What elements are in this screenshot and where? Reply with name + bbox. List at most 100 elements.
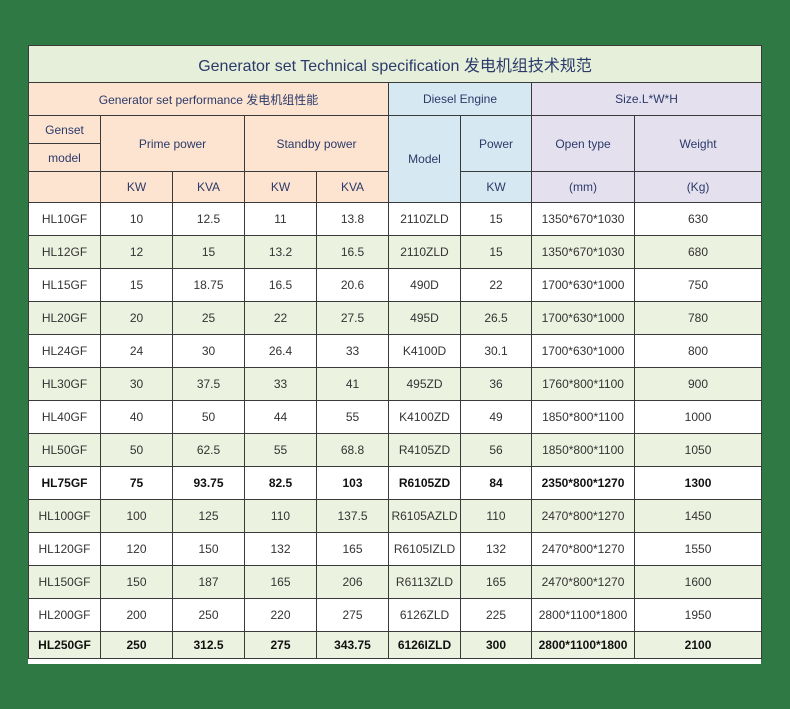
- cell-standby-kw: 220: [244, 598, 317, 632]
- cell-dimensions: 2470*800*1270: [531, 499, 635, 533]
- cell-prime-kva: 37.5: [172, 367, 245, 401]
- cell-engine-model: 495ZD: [388, 367, 461, 401]
- cell-engine-model: R4105ZD: [388, 433, 461, 467]
- cell-prime-kva: 18.75: [172, 268, 245, 302]
- cell-standby-kw: 22: [244, 301, 317, 335]
- cell-engine-kw: 165: [460, 565, 532, 599]
- cell-prime-kw: 200: [100, 598, 173, 632]
- table-row: HL15GF 15 18.75 16.5 20.6 490D 22 1700*630*1000…: [28, 268, 763, 302]
- column-header-row: Genset Prime power Standby power Model P…: [28, 115, 763, 203]
- cell-standby-kw: 132: [244, 532, 317, 566]
- cell-standby-kva: 33: [316, 334, 389, 368]
- cell-weight: 1450: [633, 499, 763, 533]
- cell-engine-model: 6126ZLD: [388, 598, 461, 632]
- cell-standby-kw: 26.4: [244, 334, 317, 368]
- cell-genset-model: HL200GF: [28, 598, 101, 632]
- group-size: Size.L*W*H: [530, 82, 763, 116]
- cell-weight: 680: [633, 235, 763, 269]
- cell-engine-model: R6105ZD: [388, 466, 461, 500]
- table-row: HL50GF 50 62.5 55 68.8 R4105ZD 56 1850*800*1100…: [28, 433, 763, 467]
- cell-engine-kw: 36: [460, 367, 532, 401]
- group-header-row: Generator set performance 发电机组性能 Diesel …: [28, 82, 763, 116]
- group-performance: Generator set performance 发电机组性能: [28, 82, 389, 116]
- cell-prime-kw: 10: [100, 202, 173, 236]
- cell-standby-kw: 44: [244, 400, 317, 434]
- table-row: HL20GF 20 25 22 27.5 495D 26.5 1700*630*1000 780: [28, 301, 763, 335]
- cell-engine-kw: 30.1: [460, 334, 532, 368]
- cell-genset-model: HL12GF: [28, 235, 101, 269]
- cell-standby-kw: 110: [244, 499, 317, 533]
- table-row: HL24GF 24 30 26.4 33 K4100D 30.1 1700*630*1000 8…: [28, 334, 763, 368]
- cell-standby-kw: 55: [244, 433, 317, 467]
- header-standby-power: Standby power: [244, 115, 389, 172]
- cell-standby-kva: 165: [316, 532, 389, 566]
- cell-engine-model: 495D: [388, 301, 461, 335]
- cell-weight: 1950: [633, 598, 763, 632]
- cell-standby-kva: 16.5: [316, 235, 389, 269]
- cell-engine-model: R6105IZLD: [388, 532, 461, 566]
- unit-blank: [28, 171, 101, 203]
- cell-prime-kw: 50: [100, 433, 173, 467]
- group-diesel-engine: Diesel Engine: [388, 82, 532, 116]
- cell-prime-kw: 150: [100, 565, 173, 599]
- cell-genset-model: HL30GF: [28, 367, 101, 401]
- cell-genset-model: HL250GF: [28, 631, 101, 659]
- cell-weight: 1550: [633, 532, 763, 566]
- table-row: HL120GF 120 150 132 165 R6105IZLD 132 2470*800*…: [28, 532, 763, 566]
- cell-dimensions: 1700*630*1000: [531, 268, 635, 302]
- cell-prime-kva: 62.5: [172, 433, 245, 467]
- unit-prime-kva: KVA: [172, 171, 245, 203]
- cell-engine-kw: 49: [460, 400, 532, 434]
- cell-standby-kw: 82.5: [244, 466, 317, 500]
- cell-standby-kw: 275: [244, 631, 317, 659]
- cell-dimensions: 1850*800*1100: [531, 400, 635, 434]
- spec-sheet: Generator set Technical specification 发电…: [27, 45, 763, 664]
- cell-genset-model: HL20GF: [28, 301, 101, 335]
- cell-engine-kw: 300: [460, 631, 532, 659]
- cell-engine-kw: 22: [460, 268, 532, 302]
- cell-standby-kva: 27.5: [316, 301, 389, 335]
- cell-engine-model: 2110ZLD: [388, 235, 461, 269]
- table-row: HL10GF 10 12.5 11 13.8 2110ZLD 15 1350*670*1030…: [28, 202, 763, 236]
- cell-prime-kva: 250: [172, 598, 245, 632]
- cell-prime-kva: 12.5: [172, 202, 245, 236]
- cell-standby-kva: 55: [316, 400, 389, 434]
- cell-prime-kw: 15: [100, 268, 173, 302]
- cell-standby-kva: 137.5: [316, 499, 389, 533]
- spec-table: Generator set Technical specification 发电…: [27, 45, 763, 659]
- cell-dimensions: 2800*1100*1800: [531, 631, 635, 659]
- header-engine-model: Model: [388, 115, 461, 203]
- cell-dimensions: 2350*800*1270: [531, 466, 635, 500]
- cell-prime-kva: 30: [172, 334, 245, 368]
- cell-genset-model: HL40GF: [28, 400, 101, 434]
- cell-engine-model: R6105AZLD: [388, 499, 461, 533]
- table-title: Generator set Technical specification 发电…: [27, 45, 763, 83]
- title-row: Generator set Technical specification 发电…: [27, 45, 763, 83]
- cell-engine-kw: 15: [460, 202, 532, 236]
- cell-dimensions: 2470*800*1270: [531, 532, 635, 566]
- cell-weight: 780: [633, 301, 763, 335]
- cell-prime-kw: 24: [100, 334, 173, 368]
- cell-dimensions: 1350*670*1030: [531, 235, 635, 269]
- cell-dimensions: 2470*800*1270: [531, 565, 635, 599]
- cell-engine-kw: 15: [460, 235, 532, 269]
- cell-dimensions: 1700*630*1000: [531, 334, 635, 368]
- table-row: HL150GF 150 187 165 206 R6113ZLD 165 2470*800*1…: [28, 565, 763, 599]
- cell-standby-kva: 206: [316, 565, 389, 599]
- cell-dimensions: 1850*800*1100: [531, 433, 635, 467]
- cell-genset-model: HL75GF: [28, 466, 101, 500]
- cell-prime-kva: 312.5: [172, 631, 245, 659]
- cell-standby-kva: 343.75: [316, 631, 389, 659]
- cell-prime-kw: 120: [100, 532, 173, 566]
- cell-dimensions: 2800*1100*1800: [531, 598, 635, 632]
- unit-standby-kva: KVA: [316, 171, 389, 203]
- cell-prime-kw: 100: [100, 499, 173, 533]
- cell-prime-kw: 12: [100, 235, 173, 269]
- cell-weight: 900: [633, 367, 763, 401]
- cell-engine-kw: 225: [460, 598, 532, 632]
- cell-dimensions: 1700*630*1000: [531, 301, 635, 335]
- cell-standby-kw: 13.2: [244, 235, 317, 269]
- cell-engine-kw: 26.5: [460, 301, 532, 335]
- cell-standby-kva: 68.8: [316, 433, 389, 467]
- cell-weight: 630: [633, 202, 763, 236]
